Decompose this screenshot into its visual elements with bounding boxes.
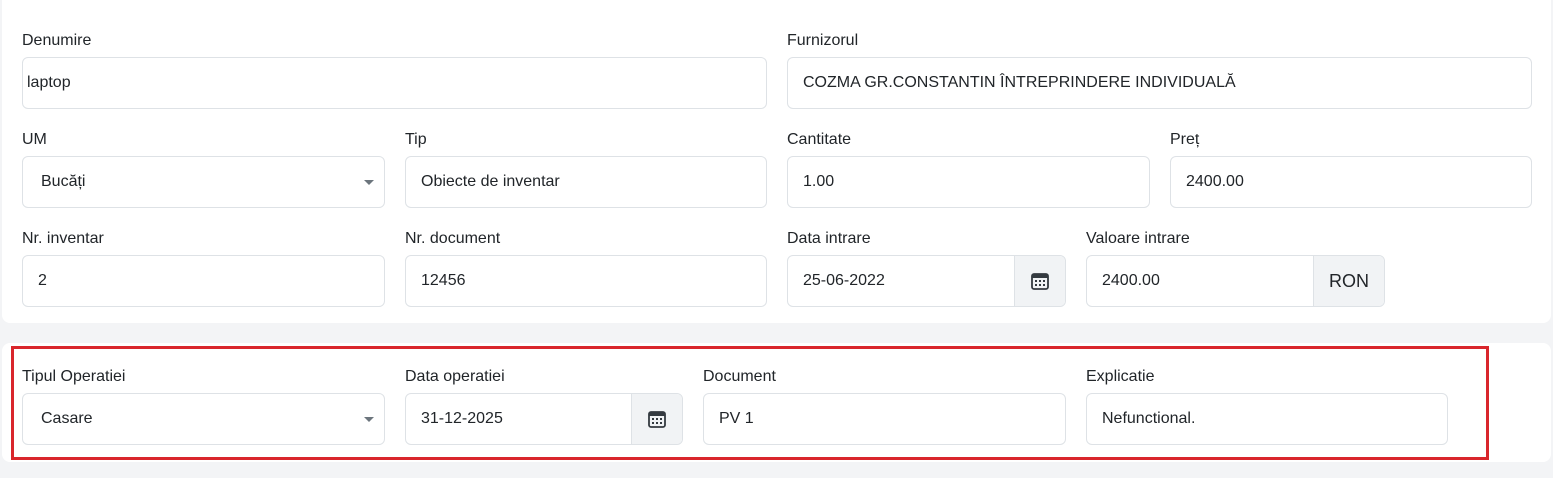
nr-document-field: Nr. document 12456	[405, 229, 767, 307]
data-operatiei-calendar-button[interactable]	[631, 394, 682, 444]
document-value: PV 1	[719, 410, 754, 427]
valoare-intrare-input[interactable]: 2400.00 RON	[1086, 255, 1385, 307]
tip-label: Tip	[405, 131, 427, 148]
cantitate-value: 1.00	[803, 173, 835, 190]
um-label: UM	[22, 131, 47, 148]
tip-value: Obiecte de inventar	[421, 173, 560, 190]
pret-value: 2400.00	[1186, 173, 1244, 190]
data-intrare-input[interactable]: 25-06-2022	[787, 255, 1066, 307]
denumire-label: Denumire	[22, 32, 92, 49]
nr-inventar-input[interactable]: 2	[22, 255, 385, 307]
denumire-field: Denumire laptop	[22, 31, 767, 109]
valoare-intrare-value: 2400.00	[1102, 272, 1160, 289]
nr-inventar-label: Nr. inventar	[22, 230, 104, 247]
explicatie-label: Explicatie	[1086, 368, 1155, 385]
data-operatiei-value: 31-12-2025	[421, 410, 503, 427]
cantitate-input[interactable]: 1.00	[787, 156, 1150, 208]
document-field: Document PV 1	[703, 367, 1066, 445]
pret-label: Preț	[1170, 131, 1200, 148]
tip-field: Tip Obiecte de inventar	[405, 130, 767, 208]
document-input[interactable]: PV 1	[703, 393, 1066, 445]
data-intrare-calendar-button[interactable]	[1014, 256, 1065, 306]
valoare-intrare-field: Valoare intrare 2400.00 RON	[1086, 229, 1385, 307]
um-value: Bucăți	[41, 173, 86, 190]
data-intrare-value: 25-06-2022	[803, 272, 885, 289]
nr-inventar-value: 2	[38, 272, 47, 289]
furnizorul-field: Furnizorul COZMA GR.CONSTANTIN ÎNTREPRIN…	[787, 31, 1532, 109]
nr-document-input[interactable]: 12456	[405, 255, 767, 307]
calendar-icon	[648, 411, 666, 428]
data-intrare-field: Data intrare 25-06-2022	[787, 229, 1066, 307]
tipul-operatiei-label: Tipul Operatiei	[22, 368, 126, 385]
data-operatiei-label: Data operatiei	[405, 368, 505, 385]
currency-addon: RON	[1313, 256, 1384, 306]
cantitate-field: Cantitate 1.00	[787, 130, 1150, 208]
nr-document-value: 12456	[421, 272, 466, 289]
um-select[interactable]: Bucăți	[22, 156, 385, 208]
chevron-down-icon	[364, 417, 374, 422]
chevron-down-icon	[364, 180, 374, 185]
cantitate-label: Cantitate	[787, 131, 852, 148]
explicatie-input[interactable]: Nefunctional.	[1086, 393, 1448, 445]
valoare-intrare-label: Valoare intrare	[1086, 230, 1190, 247]
pret-field: Preț 2400.00	[1170, 130, 1532, 208]
tipul-operatiei-select[interactable]: Casare	[22, 393, 385, 445]
denumire-value: laptop	[27, 74, 71, 91]
data-operatiei-input[interactable]: 31-12-2025	[405, 393, 683, 445]
furnizorul-label: Furnizorul	[787, 32, 859, 49]
nr-inventar-field: Nr. inventar 2	[22, 229, 385, 307]
tipul-operatiei-field: Tipul Operatiei Casare	[22, 367, 385, 445]
data-operatiei-field: Data operatiei 31-12-2025	[405, 367, 683, 445]
explicatie-value: Nefunctional.	[1102, 410, 1196, 427]
furnizorul-value: COZMA GR.CONSTANTIN ÎNTREPRINDERE INDIVI…	[803, 74, 1236, 91]
tip-input[interactable]: Obiecte de inventar	[405, 156, 767, 208]
calendar-icon	[1031, 273, 1049, 290]
denumire-input[interactable]: laptop	[22, 57, 767, 109]
data-intrare-label: Data intrare	[787, 230, 871, 247]
furnizorul-input[interactable]: COZMA GR.CONSTANTIN ÎNTREPRINDERE INDIVI…	[787, 57, 1532, 109]
pret-input[interactable]: 2400.00	[1170, 156, 1532, 208]
document-label: Document	[703, 368, 776, 385]
um-field: UM Bucăți	[22, 130, 385, 208]
nr-document-label: Nr. document	[405, 230, 501, 247]
explicatie-field: Explicatie Nefunctional.	[1086, 367, 1448, 445]
tipul-operatiei-value: Casare	[41, 410, 93, 427]
